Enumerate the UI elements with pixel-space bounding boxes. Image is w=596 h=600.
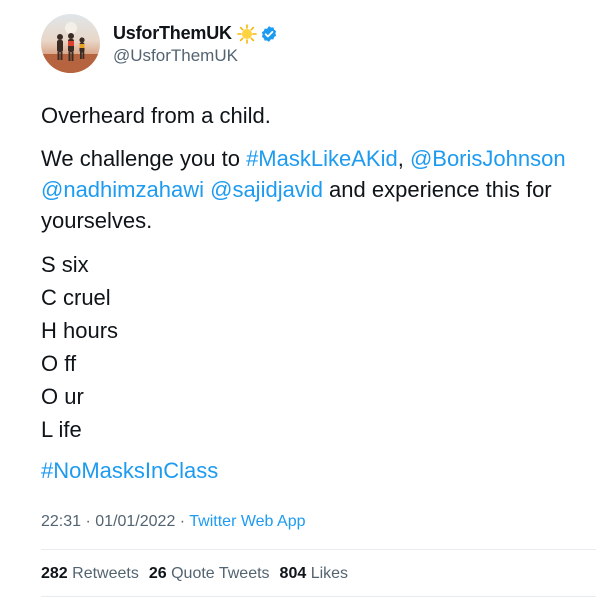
challenge-text: We challenge you to [41,146,247,171]
mention-borisjohnson[interactable]: @BorisJohnson [410,146,566,171]
tweet-date[interactable]: 01/01/2022 [95,513,175,530]
acronym-line: H hours [41,318,119,343]
sun-emoji-icon [237,23,257,44]
mention-sajidjavid[interactable]: @sajidjavid [210,177,323,202]
retweets-count: 282 [41,565,68,582]
tweet-challenge: We challenge you to #MaskLikeAKid, @Bori… [41,143,581,236]
tweet-source-link[interactable]: Twitter Web App [189,513,305,530]
acronym-line: O ff [41,351,77,376]
acronym-line: C cruel [41,285,111,310]
mention-nadhimzahawi[interactable]: @nadhimzahawi [41,177,204,202]
meta-separator: · [81,513,96,530]
acronym-line: S six [41,252,89,277]
divider-bottom [41,596,596,597]
tweet-header: UsforThemUK @UsforThemUK [41,14,278,73]
tweet-time[interactable]: 22:31 [41,513,81,530]
likes-stat[interactable]: 804 Likes [280,565,349,583]
avatar[interactable] [41,14,100,73]
retweets-label: Retweets [72,565,139,582]
challenge-comma: , [397,146,410,171]
hashtag-masklikeakid[interactable]: #MaskLikeAKid [246,146,398,171]
tweet-body: Overheard from a child. We challenge you… [41,100,581,486]
avatar-image [41,22,100,73]
engagement-stats: 282 Retweets 26 Quote Tweets 804 Likes [41,565,358,583]
likes-label: Likes [310,565,349,582]
tweet-meta: 22:31 · 01/01/2022 · Twitter Web App [41,513,305,531]
display-name[interactable]: UsforThemUK [113,23,232,44]
quote-tweets-count: 26 [148,565,167,582]
acronym-line: O ur [41,384,84,409]
hashtag-nomasksinclass[interactable]: #NoMasksInClass [41,455,581,486]
quote-tweets-stat[interactable]: 26 Quote Tweets [149,565,270,583]
meta-separator-2: · [175,513,190,530]
likes-count: 804 [279,565,307,582]
divider-top [41,549,596,550]
acronym-line: L ife [41,417,82,442]
verified-badge-icon [260,25,278,43]
quote-tweets-label: Quote Tweets [171,565,270,582]
tweet-intro: Overheard from a child. [41,103,271,128]
acronym-list: S six C cruel H hours O ff O ur L ife [41,248,581,446]
retweets-stat[interactable]: 282 Retweets [41,565,139,583]
user-handle[interactable]: @UsforThemUK [113,46,278,66]
